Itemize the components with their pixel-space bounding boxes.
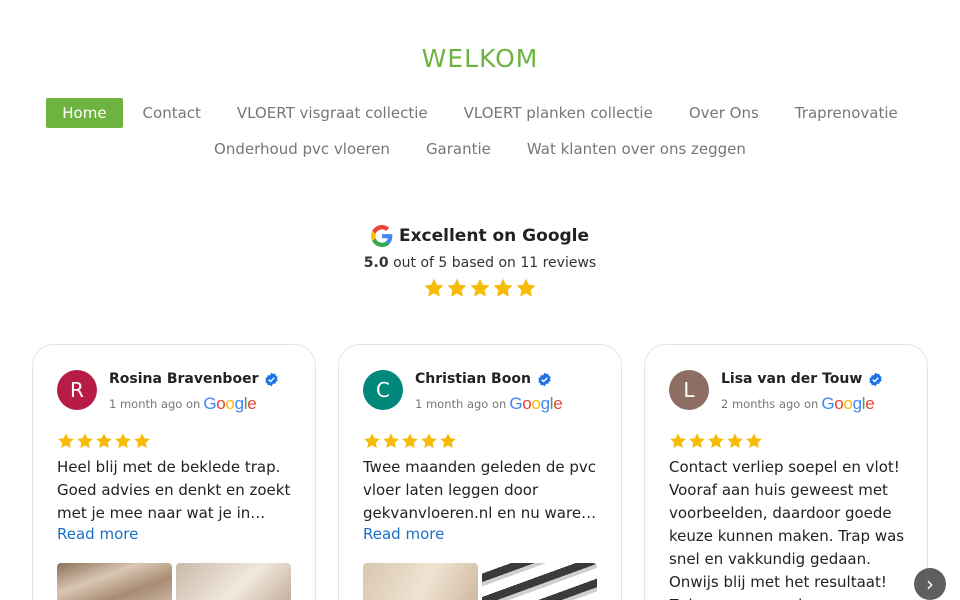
google-letter: g [852, 394, 862, 413]
reviewer-name-text: Christian Boon [415, 371, 531, 387]
star-icon [447, 278, 467, 297]
review-text: Heel blij met de beklede trap. Goed advi… [57, 458, 291, 522]
star-icon [96, 433, 112, 449]
review-photo[interactable] [57, 563, 172, 600]
google-letter: o [843, 394, 853, 413]
summary-rating-value: 5.0 [363, 255, 389, 271]
review-text: Contact verliep soepel en vlot! Vooraf a… [669, 458, 905, 600]
verified-badge-icon [869, 372, 882, 386]
star-icon [470, 278, 490, 297]
google-letter: G [821, 394, 835, 413]
google-letter: o [225, 394, 235, 413]
nav-item-home[interactable]: Home [46, 98, 123, 128]
carousel-next-button[interactable]: › [914, 568, 946, 600]
reviewer-name[interactable]: Lisa van der Touw [721, 371, 883, 387]
review-photo[interactable] [363, 563, 478, 600]
review-photos [363, 563, 597, 600]
verified-badge-icon [538, 372, 551, 386]
review-time: 1 month ago on [109, 397, 201, 411]
google-letter: G [203, 394, 217, 413]
summary-rating-text: out of 5 based on 11 reviews [393, 255, 597, 271]
google-letter: e [247, 394, 257, 413]
review-card: R Rosina Bravenboer 1 month ago on Googl… [32, 344, 316, 600]
review-time: 2 months ago on [721, 397, 819, 411]
star-icon [421, 433, 437, 449]
summary-stars [0, 277, 960, 299]
star-icon [746, 433, 762, 449]
star-icon [402, 433, 418, 449]
review-card: L Lisa van der Touw 2 months ago on Goog… [644, 344, 928, 600]
nav-item-klanten-reviews[interactable]: Wat klanten over ons zeggen [511, 134, 762, 164]
nav-item-onderhoud[interactable]: Onderhoud pvc vloeren [198, 134, 406, 164]
review-meta: 2 months ago on Google [721, 394, 875, 414]
google-letter: e [553, 394, 563, 413]
star-icon [440, 433, 456, 449]
star-icon [708, 433, 724, 449]
verified-badge-icon [265, 372, 279, 386]
google-logo: Google [203, 394, 256, 414]
review-card: C Christian Boon 1 month ago on Google T… [338, 344, 622, 600]
nav-item-over-ons[interactable]: Over Ons [673, 98, 775, 128]
summary-title: Excellent on Google [398, 226, 590, 246]
google-letter: g [540, 394, 550, 413]
review-stars [363, 432, 457, 450]
review-photos [57, 563, 291, 600]
page-title: WELKOM [421, 44, 539, 73]
nav-row-1: Home Contact VLOERT visgraat collectie V… [0, 97, 960, 129]
star-icon [364, 433, 380, 449]
avatar: C [363, 370, 403, 410]
google-logo: Google [821, 394, 874, 414]
read-more-link[interactable]: Read more [363, 525, 444, 543]
reviewer-name[interactable]: Christian Boon [415, 371, 552, 387]
summary-header: Excellent on Google [0, 225, 960, 247]
review-stars [669, 432, 763, 450]
review-meta: 1 month ago on Google [109, 394, 257, 414]
avatar: L [669, 370, 709, 410]
google-letter: e [865, 394, 875, 413]
star-icon [493, 278, 513, 297]
review-summary: Excellent on Google 5.0 out of 5 based o… [0, 225, 960, 299]
review-meta: 1 month ago on Google [415, 394, 563, 414]
nav-item-contact[interactable]: Contact [127, 98, 217, 128]
nav-item-visgraat-collectie[interactable]: VLOERT visgraat collectie [221, 98, 444, 128]
nav-row-2: Onderhoud pvc vloeren Garantie Wat klant… [0, 133, 960, 165]
avatar: R [57, 370, 97, 410]
star-icon [727, 433, 743, 449]
reviewer-name[interactable]: Rosina Bravenboer [109, 371, 279, 387]
review-stars [57, 432, 151, 450]
review-photo[interactable] [176, 563, 291, 600]
review-text: Twee maanden geleden de pvc vloer laten … [363, 458, 597, 522]
nav-item-traprenovatie[interactable]: Traprenovatie [779, 98, 914, 128]
star-icon [58, 433, 74, 449]
nav-item-garantie[interactable]: Garantie [410, 134, 507, 164]
review-photo[interactable] [482, 563, 597, 600]
google-letter: g [234, 394, 244, 413]
star-icon [424, 278, 444, 297]
review-time: 1 month ago on [415, 397, 507, 411]
summary-rating-line: 5.0 out of 5 based on 11 reviews [0, 255, 960, 271]
google-letter: o [531, 394, 541, 413]
star-icon [134, 433, 150, 449]
star-icon [77, 433, 93, 449]
nav-item-planken-collectie[interactable]: VLOERT planken collectie [448, 98, 669, 128]
google-letter: G [509, 394, 523, 413]
main-nav: Home Contact VLOERT visgraat collectie V… [0, 97, 960, 165]
star-icon [689, 433, 705, 449]
google-g-icon [370, 225, 393, 247]
star-icon [383, 433, 399, 449]
star-icon [516, 278, 536, 297]
read-more-link[interactable]: Read more [57, 525, 138, 543]
reviewer-name-text: Lisa van der Touw [721, 371, 863, 387]
star-icon [115, 433, 131, 449]
google-logo: Google [509, 394, 562, 414]
review-carousel: R Rosina Bravenboer 1 month ago on Googl… [32, 344, 932, 600]
reviewer-name-text: Rosina Bravenboer [109, 371, 259, 387]
star-icon [670, 433, 686, 449]
